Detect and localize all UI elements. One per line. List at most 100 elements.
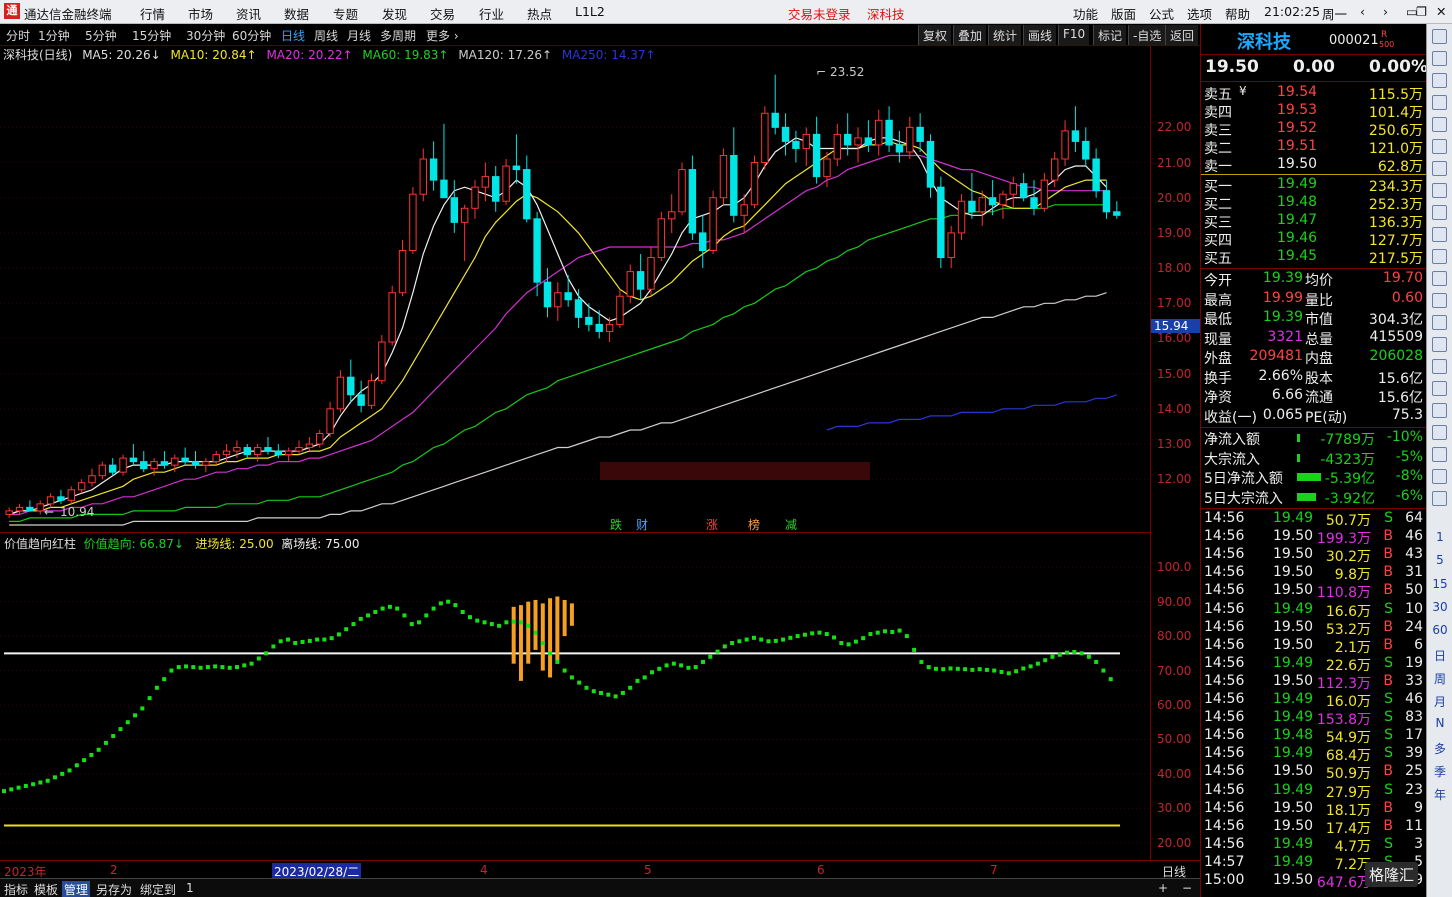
ask-row[interactable]: 卖一 19.50 62.8万 — [1201, 156, 1427, 175]
menu-banmian[interactable]: 版面 — [1111, 4, 1136, 23]
bid-row[interactable]: 买一 19.49 234.3万 — [1201, 176, 1427, 195]
candle-body[interactable] — [512, 165, 521, 171]
biaoji-button[interactable]: 标记 — [1093, 25, 1127, 45]
tick-row[interactable]: 14:56 19.49 16.0万 S 46 — [1201, 691, 1427, 710]
side-period-label[interactable]: 月 — [1427, 693, 1452, 710]
candle-body[interactable] — [378, 341, 386, 382]
candle-body[interactable] — [585, 316, 593, 325]
candle-body[interactable] — [77, 482, 86, 491]
fin-icon[interactable] — [1432, 315, 1447, 330]
candle-body[interactable] — [202, 461, 210, 466]
tick-row[interactable]: 14:56 19.50 112.3万 B 33 — [1201, 673, 1427, 692]
candle-body[interactable] — [978, 197, 986, 213]
tick-row[interactable]: 14:56 19.48 54.9万 S 17 — [1201, 727, 1427, 746]
indicator-name[interactable]: 价值趋向红柱 — [4, 537, 76, 551]
candle-body[interactable] — [667, 211, 676, 220]
event-tag-jian[interactable]: 减 — [785, 518, 797, 532]
tick-row[interactable]: 14:56 19.50 199.3万 B 46 — [1201, 528, 1427, 547]
fanhui-button[interactable]: 返回 — [1165, 25, 1199, 45]
side-period-label[interactable]: 30 — [1427, 600, 1452, 614]
period-multi[interactable]: 多周期 — [380, 27, 416, 44]
candle-body[interactable] — [150, 461, 158, 470]
move-icon[interactable] — [1432, 425, 1447, 440]
side-period-label[interactable]: 季 — [1427, 763, 1452, 780]
candle-body[interactable] — [243, 447, 251, 456]
period-15min[interactable]: 15分钟 — [132, 27, 171, 44]
candle-body[interactable] — [988, 197, 997, 206]
candle-body[interactable] — [1102, 190, 1111, 213]
candle-body[interactable] — [730, 154, 738, 216]
candle-body[interactable] — [875, 119, 883, 146]
candle-body[interactable] — [926, 140, 935, 188]
event-tag-zhang[interactable]: 涨 — [706, 517, 718, 532]
candle-body[interactable] — [1071, 130, 1080, 142]
candle-body[interactable] — [1092, 158, 1100, 192]
check-icon[interactable] — [1432, 491, 1447, 506]
menu-bangzhu[interactable]: 帮助 — [1225, 4, 1250, 23]
candle-body[interactable] — [326, 408, 334, 434]
menu-xuanxiang[interactable]: 选项 — [1187, 4, 1212, 23]
tab-moban[interactable]: 模板 — [34, 881, 58, 897]
candle-body[interactable] — [429, 158, 438, 181]
candle-body[interactable] — [843, 133, 852, 146]
candle-body[interactable] — [409, 193, 417, 251]
bid-row[interactable]: 买四 19.46 127.7万 — [1201, 230, 1427, 249]
menu-shuju[interactable]: 数据 — [284, 4, 309, 23]
candle-body[interactable] — [823, 158, 831, 178]
side-period-label[interactable]: 日 — [1427, 647, 1452, 664]
menu-hangqing[interactable]: 行情 — [140, 4, 165, 23]
zoom-out-icon[interactable]: − — [1182, 881, 1192, 895]
candle-body[interactable] — [274, 450, 283, 456]
candle-body[interactable] — [481, 176, 490, 188]
candle-body[interactable] — [181, 457, 189, 463]
candle-body[interactable] — [450, 197, 459, 223]
period-60min[interactable]: 60分钟 — [232, 27, 271, 44]
up-icon[interactable] — [1432, 29, 1447, 44]
ask-row[interactable]: 卖四 19.53 101.4万 — [1201, 102, 1427, 121]
tick-row[interactable]: 14:56 19.50 53.2万 B 24 — [1201, 619, 1427, 638]
side-period-label[interactable]: 1 — [1427, 530, 1452, 544]
box2-icon[interactable] — [1432, 337, 1447, 352]
bell-icon[interactable] — [1432, 403, 1447, 418]
period-more[interactable]: 更多 › — [426, 27, 459, 44]
candle-body[interactable] — [678, 169, 686, 213]
indicator-chart[interactable] — [0, 550, 1150, 860]
forward-icon[interactable]: › — [1383, 4, 1388, 19]
candle-body[interactable] — [750, 162, 759, 206]
chart2-icon[interactable] — [1432, 293, 1447, 308]
candle-body[interactable] — [947, 232, 955, 259]
candle-body[interactable] — [191, 461, 200, 466]
menu-hangye[interactable]: 行业 — [479, 4, 504, 23]
bar2-icon[interactable] — [1432, 447, 1447, 462]
candle-body[interactable] — [160, 461, 169, 466]
candle-body[interactable] — [564, 292, 572, 301]
event-tag-die[interactable]: 跌 — [610, 517, 622, 532]
menu-faxian[interactable]: 发现 — [382, 4, 407, 23]
candle-body[interactable] — [1061, 130, 1069, 160]
fuquan-button[interactable]: 复权 — [918, 25, 952, 45]
tab-bangdingdao[interactable]: 绑定到 — [140, 881, 176, 897]
candle-body[interactable] — [792, 140, 800, 149]
candle-body[interactable] — [336, 376, 345, 410]
candle-body[interactable] — [709, 197, 717, 251]
event-tag-cai[interactable]: 财 — [636, 518, 648, 532]
candle-body[interactable] — [657, 218, 666, 259]
tick-row[interactable]: 14:56 19.50 17.4万 B 11 — [1201, 818, 1427, 837]
tick-row[interactable]: 14:56 19.49 50.7万 S 64 — [1201, 510, 1427, 529]
kline-icon[interactable] — [1432, 161, 1447, 176]
candle-body[interactable] — [1040, 179, 1049, 209]
candle-body[interactable] — [367, 380, 376, 406]
candle-body[interactable] — [347, 376, 355, 396]
tick-row[interactable]: 14:56 19.49 153.8万 S 83 — [1201, 709, 1427, 728]
candle-body[interactable] — [108, 464, 117, 473]
diejia-button[interactable]: 叠加 — [953, 25, 987, 45]
candle-body[interactable] — [460, 207, 469, 223]
candle-body[interactable] — [1019, 183, 1028, 199]
huaxian-button[interactable]: 画线 — [1023, 25, 1057, 45]
candle-body[interactable] — [119, 457, 127, 473]
period-fenshi[interactable]: 分时 — [6, 27, 30, 44]
candle-body[interactable] — [233, 447, 241, 452]
bid-row[interactable]: 买三 19.47 136.3万 — [1201, 212, 1427, 231]
period-daily[interactable]: 日线 — [281, 27, 305, 44]
box-icon[interactable] — [1432, 205, 1447, 220]
